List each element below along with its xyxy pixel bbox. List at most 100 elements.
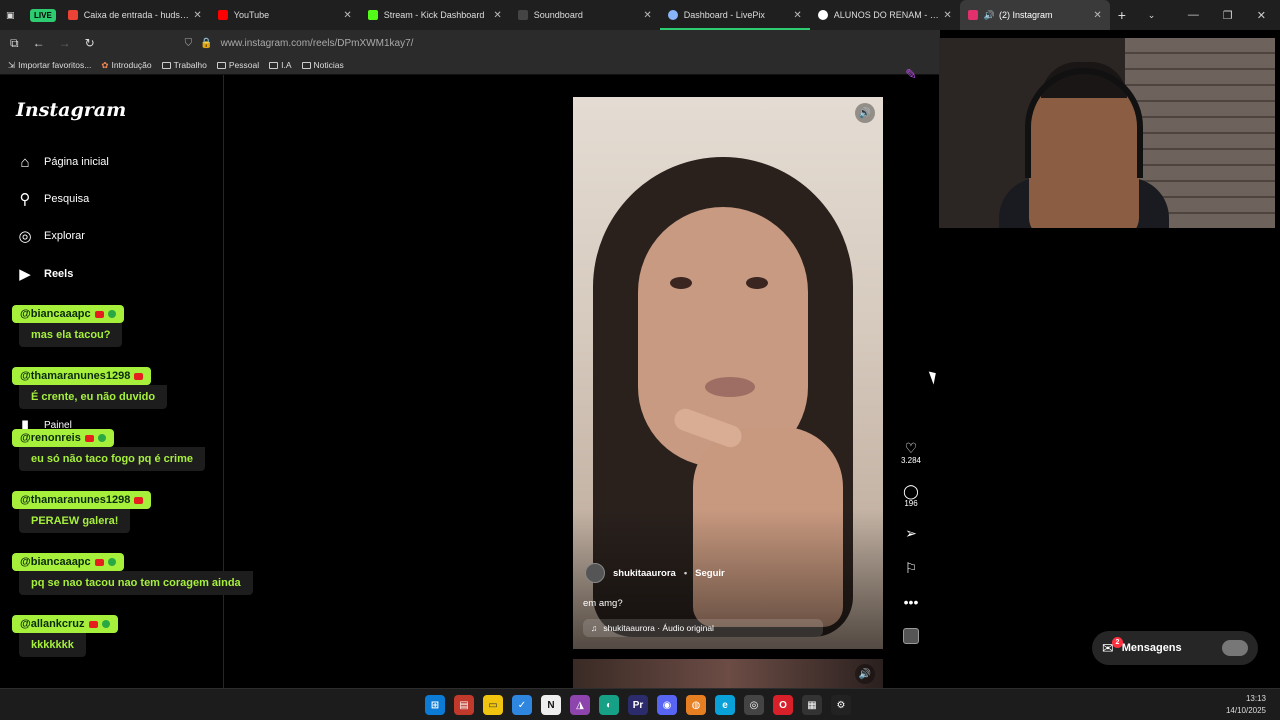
tab-actions-icon[interactable]: ▣	[0, 0, 26, 30]
copilot-icon[interactable]: ◐	[599, 695, 619, 715]
volume-icon[interactable]: 🔊	[855, 103, 875, 123]
bookmark-label: I.A	[281, 60, 292, 70]
reel-audio[interactable]: ♫ shukitaaurora · Áudio original	[583, 619, 823, 637]
chat-username: @thamaranunes1298	[12, 491, 152, 509]
share-action[interactable]: ➢	[896, 525, 926, 541]
new-tab-button[interactable]: +	[1110, 0, 1140, 30]
tab-gmail[interactable]: Caixa de entrada - hudsonfabio ✕	[60, 0, 210, 30]
comment-count: 196	[904, 499, 918, 508]
next-reel-preview[interactable]: 🔊	[573, 659, 883, 688]
save-action[interactable]: ⚐	[896, 560, 926, 576]
folder-icon	[161, 61, 171, 69]
avatar[interactable]	[585, 563, 605, 583]
send-icon[interactable]: ➢	[896, 525, 926, 541]
system-clock[interactable]: 13:13 14/10/2025	[1226, 693, 1266, 717]
close-window-icon[interactable]: ✕	[1257, 9, 1266, 22]
sidebar-item-label: Reels	[44, 268, 74, 280]
refresh-icon[interactable]: ↻	[85, 36, 95, 51]
chat-text: pq se nao tacou nao tem coragem ainda	[19, 571, 253, 595]
gmail-icon	[67, 10, 78, 20]
verified-icon	[97, 434, 106, 442]
audio-playing-icon[interactable]: 🔊	[984, 10, 995, 21]
firefox-icon[interactable]: ◍	[686, 695, 706, 715]
chat-username: @renonreis	[12, 429, 114, 447]
affinity-icon[interactable]: ◮	[570, 695, 590, 715]
heart-icon[interactable]: ♡	[896, 440, 926, 456]
audio-cover-icon[interactable]	[903, 628, 919, 644]
clapper-icon[interactable]: ▦	[802, 695, 822, 715]
audio-thumbnail[interactable]	[896, 628, 926, 644]
chat-message: @allankcruz kkkkkkk	[12, 614, 118, 657]
close-icon[interactable]: ✕	[793, 10, 801, 21]
bookmark-icon[interactable]: ⚐	[896, 560, 926, 576]
compass-icon: ◎	[18, 228, 32, 245]
notion-icon[interactable]: N	[541, 695, 561, 715]
tasks-icon[interactable]: ✓	[512, 695, 532, 715]
close-icon[interactable]: ✕	[1093, 10, 1101, 21]
sidebar-item-label: Página inicial	[44, 156, 109, 168]
settings-icon[interactable]: ⚙	[831, 695, 851, 715]
url-box[interactable]: ⛉ 🔒 www.instagram.com/reels/DPmXWM1kay7/	[185, 38, 414, 49]
instagram-logo[interactable]: Instagram	[16, 99, 126, 121]
close-icon[interactable]: ✕	[343, 10, 351, 21]
bookmark-pessoal[interactable]: Pessoal	[216, 60, 260, 70]
reel-video[interactable]: 🔊 shukitaaurora • Seguir em amg? ♫ shuki…	[573, 97, 883, 649]
chat-message: @biancaaapc mas ela tacou?	[12, 304, 124, 347]
bookmark-label: Pessoal	[228, 60, 260, 70]
forward-icon[interactable]: →	[59, 36, 71, 51]
tab-list-icon[interactable]: ⌄	[1140, 0, 1170, 30]
opera-icon[interactable]: O	[773, 695, 793, 715]
windows-start-icon[interactable]: ⊞	[425, 695, 445, 715]
comment-action[interactable]: ◯ 196	[896, 483, 926, 508]
sidebar-item-reels[interactable]: ▶ Reels	[16, 265, 73, 283]
back-icon[interactable]: ←	[33, 36, 45, 51]
tab-instagram[interactable]: 🔊 (2) Instagram ✕	[959, 0, 1110, 30]
chat-username-text: @thamaranunes1298	[20, 494, 131, 506]
more-action[interactable]: •••	[896, 594, 926, 610]
taskbar: ⊞ ▤ ▭ ✓ N ◮ ◐ Pr ◉ ◍ e ◎ O ▦ ⚙ 13:13 14/…	[0, 688, 1280, 720]
taskbar-icons: ⊞ ▤ ▭ ✓ N ◮ ◐ Pr ◉ ◍ e ◎ O ▦ ⚙	[425, 695, 851, 715]
sidebar-item-explore[interactable]: ◎ Explorar	[16, 227, 85, 245]
tab-soundboard[interactable]: Soundboard ✕	[510, 0, 660, 30]
tab-kick[interactable]: Stream - Kick Dashboard ✕	[360, 0, 510, 30]
follow-button[interactable]: Seguir	[695, 568, 725, 579]
volume-icon[interactable]: 🔊	[855, 664, 875, 684]
close-icon[interactable]: ✕	[943, 10, 951, 21]
comment-icon[interactable]: ◯	[896, 483, 926, 499]
tab-youtube[interactable]: YouTube ✕	[210, 0, 360, 30]
premiere-icon[interactable]: Pr	[628, 695, 648, 715]
clock-date: 14/10/2025	[1225, 706, 1266, 715]
url-text[interactable]: www.instagram.com/reels/DPmXWM1kay7/	[221, 38, 414, 49]
sidebar-item-home[interactable]: ⌂ Página inicial	[16, 153, 109, 171]
edge-icon[interactable]: e	[715, 695, 735, 715]
close-icon[interactable]: ✕	[493, 10, 501, 21]
like-action[interactable]: ♡ 3.284	[896, 440, 926, 465]
screen: ▣ LIVE Caixa de entrada - hudsonfabio ✕ …	[0, 0, 1280, 720]
messages-button[interactable]: ✉ 2 Mensagens	[1092, 631, 1258, 665]
minimize-icon[interactable]: —	[1188, 9, 1199, 21]
tab-google-search[interactable]: ALUNOS DO RENAM - Pesquisa ✕	[810, 0, 960, 30]
shield-icon[interactable]: ⛉	[185, 38, 193, 49]
author-username[interactable]: shukitaaurora	[613, 568, 676, 579]
bookmark-noticias[interactable]: Noticias	[301, 60, 344, 70]
close-icon[interactable]: ✕	[643, 10, 651, 21]
edit-icon[interactable]: ✎	[896, 66, 926, 82]
books-icon[interactable]: ▤	[454, 695, 474, 715]
sidebar-item-search[interactable]: ⚲ Pesquisa	[16, 190, 90, 208]
bookmark-ia[interactable]: I.A	[269, 60, 292, 70]
bookmark-introducao[interactable]: ✿ Introdução	[101, 60, 151, 71]
bookmark-import[interactable]: ⇲ Importar favoritos...	[8, 60, 91, 71]
discord-icon[interactable]: ◉	[657, 695, 677, 715]
chat-username-text: @thamaranunes1298	[20, 370, 131, 382]
more-icon[interactable]: •••	[896, 594, 926, 610]
bookmark-trabalho[interactable]: Trabalho	[161, 60, 207, 70]
file-explorer-icon[interactable]: ▭	[483, 695, 503, 715]
tab-livepix[interactable]: Dashboard - LivePix ✕	[659, 0, 810, 30]
sidebar-toggle-icon[interactable]: ⧉	[10, 36, 19, 51]
bookmark-label: Importar favoritos...	[18, 60, 92, 70]
maximize-icon[interactable]: ❐	[1223, 9, 1233, 22]
close-icon[interactable]: ✕	[193, 10, 201, 21]
obs-icon[interactable]: ◎	[744, 695, 764, 715]
lips-shape	[705, 377, 755, 397]
live-badge: LIVE	[30, 8, 56, 22]
